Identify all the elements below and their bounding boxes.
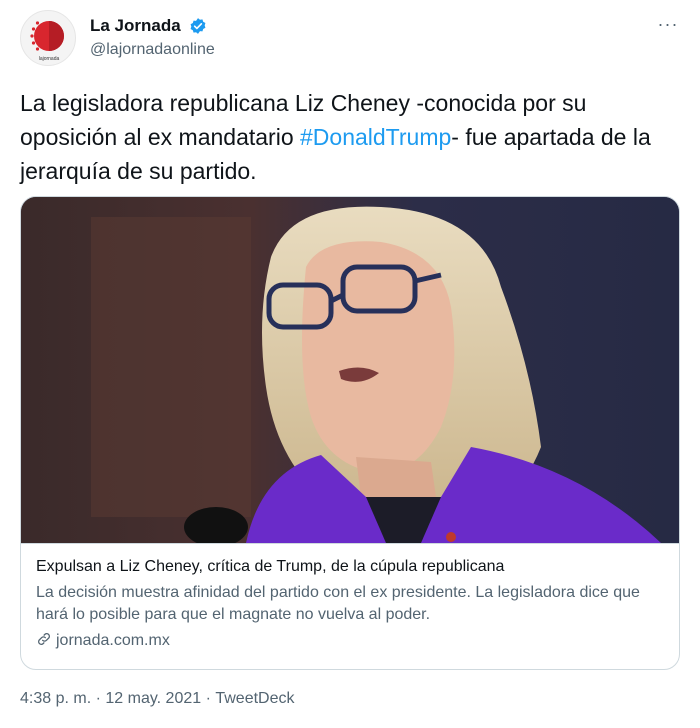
more-options-icon[interactable]: ··· — [656, 14, 680, 34]
meta-separator: · — [91, 690, 106, 707]
card-body[interactable]: Expulsan a Liz Cheney, crítica de Trump,… — [21, 543, 679, 669]
avatar-caption: lajornada — [39, 56, 60, 62]
tweet-header: lajornada La Jornada @lajornadaonline ··… — [20, 10, 680, 66]
tweet-time[interactable]: 4:38 p. m. — [20, 690, 91, 707]
handle[interactable]: @lajornadaonline — [90, 41, 215, 59]
tweet-text: La legisladora republicana Liz Cheney -c… — [20, 86, 680, 188]
card-domain-text: jornada.com.mx — [56, 632, 170, 649]
link-card[interactable]: Expulsan a Liz Cheney, crítica de Trump,… — [20, 196, 680, 670]
avatar[interactable]: lajornada — [20, 10, 76, 66]
card-description: La decisión muestra afinidad del partido… — [36, 584, 640, 623]
hashtag-link[interactable]: #DonaldTrump — [300, 124, 451, 150]
author-names: La Jornada @lajornadaonline — [90, 16, 215, 59]
display-name[interactable]: La Jornada — [90, 16, 181, 36]
tweet-source[interactable]: TweetDeck — [215, 690, 294, 707]
tweet: lajornada La Jornada @lajornadaonline ··… — [0, 0, 700, 728]
la-jornada-logo-icon: lajornada — [30, 21, 64, 62]
meta-separator: · — [201, 690, 216, 707]
card-image[interactable] — [21, 197, 679, 543]
card-title[interactable]: Expulsan a Liz Cheney, crítica de Trump,… — [36, 558, 504, 576]
link-icon — [36, 631, 52, 647]
card-domain[interactable]: jornada.com.mx — [36, 631, 170, 650]
tweet-meta: 4:38 p. m. · 12 may. 2021 · TweetDeck — [20, 690, 295, 708]
verified-badge-icon — [189, 17, 207, 35]
tweet-date[interactable]: 12 may. 2021 — [105, 690, 201, 707]
